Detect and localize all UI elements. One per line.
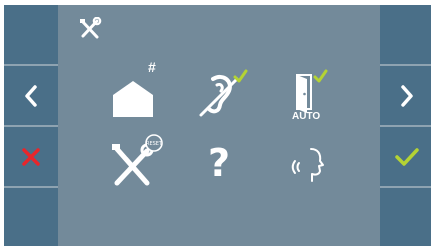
hash-badge: # <box>148 59 156 75</box>
tools-icon <box>80 17 102 39</box>
reset-tile[interactable]: RESET <box>100 131 170 195</box>
tools-reset-icon: RESET <box>112 134 163 186</box>
help-tile[interactable]: ? <box>184 131 254 195</box>
monitor-screen: # AUTO RESET ? <box>4 5 431 246</box>
right-blank-button <box>380 5 431 64</box>
cancel-button[interactable] <box>4 127 58 186</box>
reset-badge: RESET <box>146 141 163 147</box>
left-blank-button <box>4 5 58 64</box>
check-mark-icon <box>313 69 328 83</box>
settings-menu: # AUTO RESET ? <box>58 5 380 246</box>
voice-tile[interactable] <box>272 131 342 195</box>
confirm-button[interactable] <box>380 127 431 186</box>
right-blank-button <box>380 188 431 246</box>
chevron-right-icon <box>401 84 413 107</box>
previous-button[interactable] <box>4 66 58 125</box>
hearing-loop-icon <box>199 69 248 117</box>
auto-label: AUTO <box>292 111 321 122</box>
auto-door-tile[interactable]: AUTO <box>272 61 342 125</box>
chevron-left-icon <box>25 84 37 107</box>
check-mark-icon <box>233 69 248 83</box>
hearing-loop-tile[interactable] <box>184 61 254 125</box>
left-blank-button <box>4 188 58 246</box>
installer-settings-tile[interactable]: # <box>100 59 170 125</box>
left-button-panel <box>4 5 58 246</box>
confirm-check-icon <box>395 147 419 166</box>
next-button[interactable] <box>380 66 431 125</box>
house-hash-icon <box>113 81 153 117</box>
right-button-panel <box>380 5 431 246</box>
cancel-x-icon <box>22 147 40 166</box>
voice-speech-icon <box>291 148 324 182</box>
help-question-icon: ? <box>207 141 231 185</box>
